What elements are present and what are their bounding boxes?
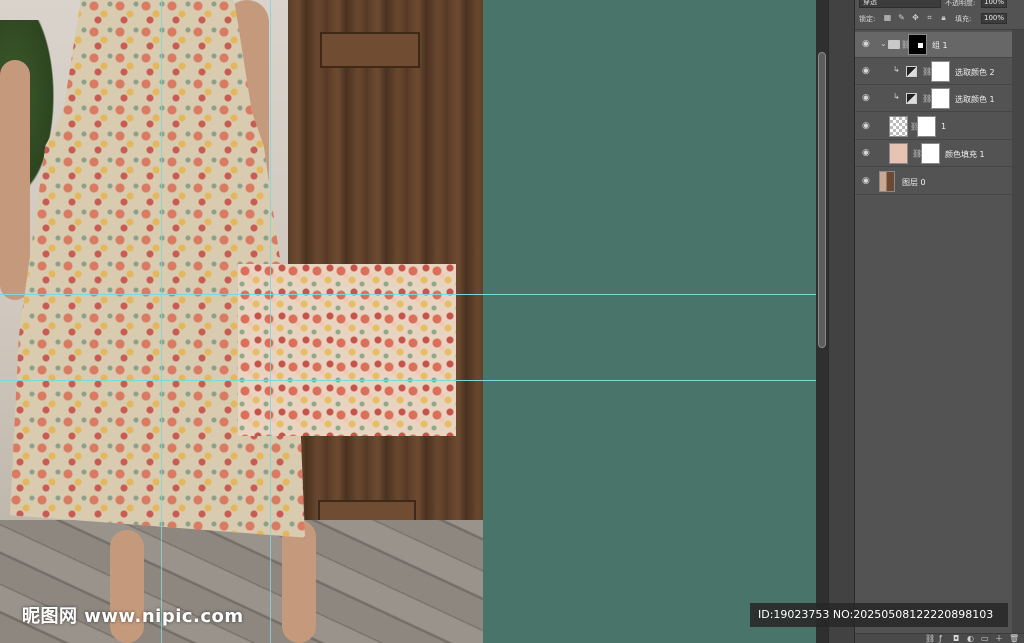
layer-row-selective-color-2[interactable]: ◉ ↳ ⛓ 选取颜色 2 bbox=[855, 59, 1013, 85]
layer-mask-thumbnail[interactable] bbox=[921, 143, 940, 164]
layer-row-color-fill-1[interactable]: ◉ ⛓ 颜色填充 1 bbox=[855, 141, 1013, 167]
layer-row-pattern[interactable]: ◉ ⛓ 1 bbox=[855, 114, 1013, 140]
layer-mask-thumbnail[interactable] bbox=[908, 34, 927, 55]
lock-position-icon[interactable]: ✥ bbox=[911, 13, 920, 22]
door-board-top bbox=[320, 32, 420, 68]
layer-row-group-1[interactable]: ◉ ⌄ ⛓ 组 1 bbox=[855, 32, 1013, 58]
lock-all-icon[interactable]: 🔒︎ bbox=[939, 13, 948, 22]
horizontal-guide[interactable] bbox=[0, 380, 816, 381]
eye-icon[interactable]: ◉ bbox=[862, 40, 872, 49]
layers-panel-footer: ⛓ ƒ ◘ ◐ ▭ ＋ 🗑︎ bbox=[855, 633, 1024, 643]
vertical-guide[interactable] bbox=[161, 0, 162, 643]
document-canvas[interactable]: 昵图网 www.nipic.com bbox=[0, 0, 816, 643]
adjustment-layer-icon bbox=[906, 66, 917, 77]
eye-icon[interactable]: ◉ bbox=[862, 122, 872, 131]
layer-name: 颜色填充 1 bbox=[945, 150, 985, 159]
canvas-vertical-scrollbar[interactable] bbox=[816, 0, 828, 643]
eye-icon[interactable]: ◉ bbox=[862, 67, 872, 76]
link-layers-icon[interactable]: ⛓ bbox=[925, 634, 935, 643]
opacity-input[interactable]: 100% bbox=[981, 0, 1007, 8]
lock-artboard-icon[interactable]: ⌗ bbox=[925, 13, 934, 22]
chevron-down-icon[interactable]: ⌄ bbox=[880, 39, 887, 48]
layer-thumbnail[interactable] bbox=[889, 116, 908, 137]
layer-row-layer-0[interactable]: ◉ 图层 0 bbox=[855, 169, 1013, 195]
eye-icon[interactable]: ◉ bbox=[862, 177, 872, 186]
new-layer-icon[interactable]: ＋ bbox=[995, 634, 1003, 643]
fill-thumbnail[interactable] bbox=[889, 143, 908, 164]
leg-right bbox=[282, 520, 316, 643]
blend-mode-select[interactable]: 穿透 bbox=[859, 0, 941, 8]
layer-mask-thumbnail[interactable] bbox=[931, 61, 950, 82]
add-mask-icon[interactable]: ◘ bbox=[953, 634, 959, 643]
layer-row-selective-color-1[interactable]: ◉ ↳ ⛓ 选取颜色 1 bbox=[855, 86, 1013, 112]
layer-name: 图层 0 bbox=[902, 178, 926, 187]
layers-panel-scrollbar[interactable] bbox=[1012, 30, 1024, 643]
horizontal-guide[interactable] bbox=[0, 294, 816, 295]
layers-panel-options: 穿透 不透明度: 100% 锁定: ▦ ✎ ✥ ⌗ 🔒︎ 填充: 100% bbox=[855, 0, 1024, 30]
layer-mask-thumbnail[interactable] bbox=[931, 88, 950, 109]
adjustment-layer-icon bbox=[906, 93, 917, 104]
eye-icon[interactable]: ◉ bbox=[862, 94, 872, 103]
image-id-watermark: ID:19023753 NO:20250508122220898103 bbox=[750, 603, 1008, 627]
new-group-icon[interactable]: ▭ bbox=[981, 634, 989, 643]
scrollbar-thumb[interactable] bbox=[818, 52, 826, 348]
clipping-arrow-icon: ↳ bbox=[893, 65, 900, 74]
layer-name: 1 bbox=[941, 122, 947, 131]
folder-icon bbox=[888, 40, 900, 49]
layer-thumbnail[interactable] bbox=[879, 171, 895, 192]
panel-dock-strip bbox=[828, 0, 854, 643]
fill-label: 填充: bbox=[955, 15, 972, 23]
vertical-guide[interactable] bbox=[270, 0, 271, 643]
layer-name: 选取颜色 2 bbox=[955, 68, 995, 77]
opacity-label: 不透明度: bbox=[945, 0, 976, 7]
lock-transparent-icon[interactable]: ▦ bbox=[883, 13, 892, 22]
clipping-arrow-icon: ↳ bbox=[893, 92, 900, 101]
layer-name: 选取颜色 1 bbox=[955, 95, 995, 104]
layer-name: 组 1 bbox=[932, 41, 948, 50]
arm-left bbox=[0, 60, 30, 300]
nipic-watermark: 昵图网 www.nipic.com bbox=[22, 606, 244, 627]
adjustment-icon[interactable]: ◐ bbox=[967, 634, 974, 643]
fx-icon[interactable]: ƒ bbox=[939, 634, 942, 643]
lock-label: 锁定: bbox=[859, 15, 876, 23]
eye-icon[interactable]: ◉ bbox=[862, 149, 872, 158]
layers-panel: 穿透 不透明度: 100% 锁定: ▦ ✎ ✥ ⌗ 🔒︎ 填充: 100% ◉ … bbox=[854, 0, 1024, 643]
trash-icon[interactable]: 🗑︎ bbox=[1009, 634, 1019, 643]
fill-input[interactable]: 100% bbox=[981, 13, 1007, 24]
lock-image-icon[interactable]: ✎ bbox=[897, 13, 906, 22]
layer-mask-thumbnail[interactable] bbox=[917, 116, 936, 137]
